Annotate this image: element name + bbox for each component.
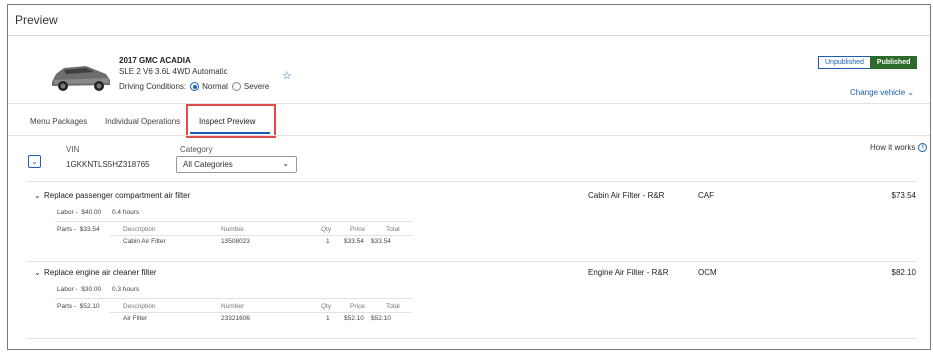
vehicle-title: 2017 GMC ACADIA: [119, 56, 191, 65]
part-price: $33.54: [344, 238, 364, 245]
page-title: Preview: [15, 13, 58, 27]
parts-header-number: Number: [221, 226, 245, 233]
operation-code: CAF: [698, 191, 714, 200]
favorite-star-icon[interactable]: ☆: [282, 69, 292, 82]
driving-conditions-label: Driving Conditions:: [119, 82, 187, 91]
labor-summary: Labor - $40.00: [57, 209, 101, 216]
divider: [55, 221, 412, 222]
publish-toggle: Unpublished Published: [818, 56, 918, 69]
parts-header-qty: Qty: [321, 226, 332, 233]
title-bar: Preview: [8, 5, 930, 36]
change-vehicle-link[interactable]: Change vehicle ⌄: [850, 88, 914, 97]
operation-name: Engine Air Filter - R&R: [588, 268, 669, 277]
labor-hours: 0.4 hours: [112, 209, 140, 216]
parts-amount: $52.10: [79, 303, 100, 310]
how-it-works-link[interactable]: How it works i: [870, 143, 928, 152]
highlight-box: [186, 104, 276, 138]
part-description: Air Filter: [123, 315, 148, 322]
labor-label: Labor -: [57, 209, 78, 216]
vehicle-image: [52, 66, 110, 91]
chevron-down-icon: ⌄: [31, 157, 38, 166]
service-name: Replace engine air cleaner filter: [44, 268, 157, 277]
parts-header-price: Price: [350, 303, 365, 310]
parts-label: Parts -: [57, 226, 77, 233]
divider: [109, 235, 412, 236]
part-total: $33.54: [371, 238, 391, 245]
divider: [8, 135, 930, 136]
parts-header-qty: Qty: [321, 303, 332, 310]
category-value: All Categories: [183, 160, 233, 169]
vehicle-subtitle: SLE 2 V6 3.6L 4WD Automatic: [119, 67, 228, 76]
info-icon: i: [918, 143, 928, 152]
vehicle-preview-card: 2017 GMC ACADIA SLE 2 V6 3.6L 4WD Automa…: [8, 39, 930, 349]
parts-header-number: Number: [221, 303, 245, 310]
how-it-works-label: How it works: [870, 143, 916, 152]
divider: [26, 261, 916, 262]
divider: [26, 338, 916, 339]
service-price: $82.10: [891, 268, 916, 277]
normal-radio[interactable]: [190, 82, 200, 91]
parts-label: Parts -: [57, 303, 77, 310]
parts-summary: Parts - $52.10: [57, 303, 100, 310]
chevron-down-icon: ⌄: [282, 159, 289, 168]
vin-value: 1GKKNTLS5HZ318765: [66, 160, 150, 169]
chevron-down-icon[interactable]: ⌄: [34, 268, 41, 277]
service-name: Replace passenger compartment air filter: [44, 191, 191, 200]
labor-amount: $40.00: [81, 209, 102, 216]
labor-amount: $30.00: [81, 286, 102, 293]
part-description: Cabin Air Filter: [123, 238, 166, 245]
divider: [109, 312, 412, 313]
tab-menu-packages[interactable]: Menu Packages: [30, 117, 87, 126]
operation-code: OCM: [698, 268, 717, 277]
part-total: $52.10: [371, 315, 391, 322]
chevron-down-icon: ⌄: [907, 88, 915, 97]
parts-header-description: Description: [123, 226, 156, 233]
parts-header-description: Description: [123, 303, 156, 310]
parts-header-total: Total: [386, 303, 400, 310]
chevron-down-icon[interactable]: ⌄: [34, 191, 41, 200]
divider: [26, 181, 916, 182]
published-button[interactable]: Published: [869, 56, 918, 69]
part-price: $52.10: [344, 315, 364, 322]
preview-window: Preview 2017 GMC ACADIA SLE 2 V6 3.6L 4W…: [7, 4, 931, 350]
parts-summary: Parts - $33.54: [57, 226, 100, 233]
part-qty: 1: [326, 238, 330, 245]
category-select[interactable]: All Categories ⌄: [176, 156, 297, 173]
divider: [55, 298, 412, 299]
normal-label: Normal: [202, 82, 228, 91]
operation-name: Cabin Air Filter - R&R: [588, 191, 665, 200]
category-label: Category: [180, 145, 213, 154]
part-number: 23321606: [221, 315, 250, 322]
labor-hours: 0.3 hours: [112, 286, 140, 293]
divider: [8, 103, 930, 104]
part-qty: 1: [326, 315, 330, 322]
labor-summary: Labor - $30.00: [57, 286, 101, 293]
service-price: $73.54: [891, 191, 916, 200]
labor-label: Labor -: [57, 286, 78, 293]
vin-label: VIN: [66, 145, 80, 154]
parts-header-price: Price: [350, 226, 365, 233]
parts-header-total: Total: [386, 226, 400, 233]
change-vehicle-label: Change vehicle: [850, 88, 906, 97]
severe-label: Severe: [243, 82, 270, 91]
unpublished-button[interactable]: Unpublished: [818, 56, 870, 69]
part-number: 13508023: [221, 238, 250, 245]
severe-radio[interactable]: [231, 82, 241, 91]
parts-amount: $33.54: [79, 226, 100, 233]
tab-individual-operations[interactable]: Individual Operations: [105, 117, 180, 126]
collapse-toggle-button[interactable]: ⌄: [28, 155, 41, 168]
driving-conditions: Driving Conditions: Normal Severe: [119, 82, 269, 91]
